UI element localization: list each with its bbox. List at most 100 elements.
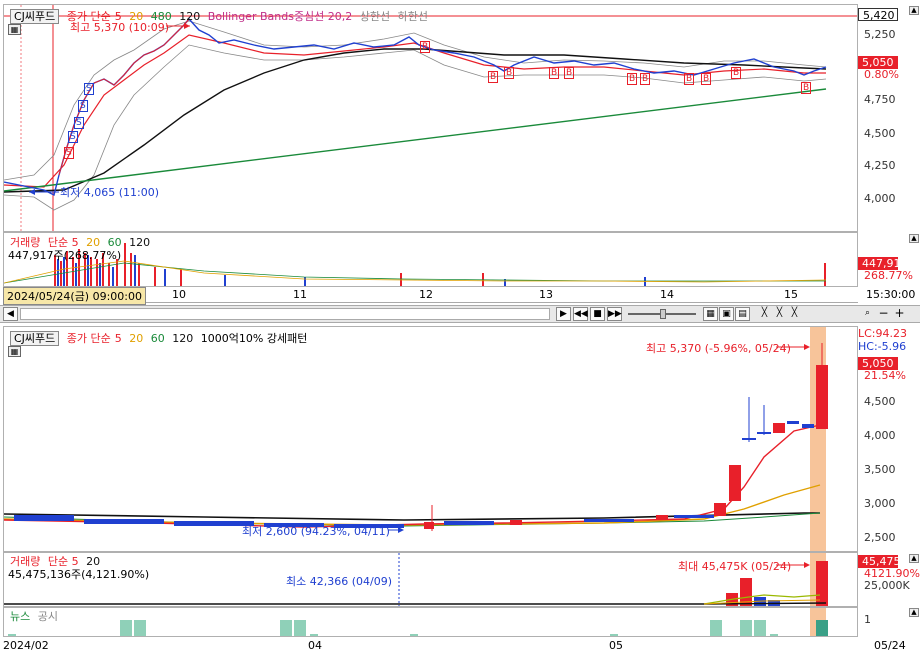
volume-pane-icon[interactable]: ▲ [909,554,919,563]
disclosure-label: 공시 [37,610,58,623]
price-tick: 4,250 [864,159,896,172]
x-label: 12 [419,288,433,301]
price-axis: 5,250 4,750 4,500 4,250 4,000 [860,4,920,232]
tool-icon[interactable]: ▣ [719,307,734,321]
buy-signal: B [731,67,742,79]
grid-icon[interactable]: ▦ [8,346,21,357]
search-icon[interactable]: ⌕ [860,307,875,321]
x-label: 04 [308,639,322,652]
scrollbar-track[interactable] [20,308,550,320]
current-pct: 0.80% [864,68,899,81]
volume-ma-value: 120 [129,236,151,249]
bb-label: Bollinger Bands중심선 20,2 [207,10,353,23]
buy-signal: B [549,67,560,79]
price-tick: 4,500 [864,395,896,408]
daily-price-axis: 4,500 4,000 3,500 3,000 2,500 [860,326,920,552]
bottom-legend: CJ씨푸드 종가 단순 5 20 60 120 1000억10% 강세패턴 [10,330,311,346]
pattern-label: 1000억10% 강세패턴 [200,332,308,345]
trend-tool-icon[interactable]: ╳ [772,307,787,321]
trend-tool-icon[interactable]: ╳ [757,307,772,321]
bb-upper-label: 상한선 [359,10,391,23]
ma20-line [4,34,826,188]
stock-name[interactable]: CJ씨푸드 [10,9,60,24]
buy-signal: B [801,82,812,94]
zoom-in-button[interactable]: + [892,307,907,321]
price-tick: 4,500 [864,127,896,140]
buy-signal: B [564,67,575,79]
x-label: 15 [784,288,798,301]
x-label: 10 [172,288,186,301]
volume-min-annotation: 최소 42,366 (04/09) [286,575,393,588]
price-tick: 4,000 [864,192,896,205]
volume-value: 447,917주(268.77%) [8,249,122,262]
forward-button[interactable]: ▶▶ [607,307,622,321]
play-button[interactable]: ▶ [556,307,571,321]
price-tick: 5,250 [864,28,896,41]
price-tick: 4,000 [864,429,896,442]
x-label: 14 [660,288,674,301]
sell-signal: S [64,147,74,159]
intraday-volume-chart[interactable]: 거래량 단순 5 20 60 120 447,917주(268.77%) [3,232,858,287]
daily-price-chart[interactable]: CJ씨푸드 종가 단순 5 20 60 120 1000억10% 강세패턴 ▦ 최… [3,326,858,552]
buy-signal: B [504,67,515,79]
news-svg [8,608,828,636]
zoom-slider-handle[interactable] [660,309,666,319]
x-label: 2024/02 [3,639,49,652]
chart-toolbar: ◀ ▶ ◀◀ ■ ▶▶ ▦ ▣ ▤ ╳ ╳ ╳ ⌕ − + [0,305,920,323]
price-tick: 3,000 [864,497,896,510]
price-high-tag: 5,420 [858,8,898,22]
ma-value: 5 [114,332,122,345]
pane-menu-icon[interactable]: ▲ [909,6,919,15]
stop-button[interactable]: ■ [590,307,605,321]
sell-signal: S [78,100,88,112]
volume-value: 45,475,136주(4,121.90%) [8,568,150,581]
x-label: 11 [293,288,307,301]
daily-volume-chart[interactable]: 거래량 단순 5 20 45,475,136주(4,121.90%) 최대 45… [3,552,858,607]
stock-name[interactable]: CJ씨푸드 [10,331,60,346]
daily-chart-pane: CJ씨푸드 종가 단순 5 20 60 120 1000억10% 강세패턴 ▦ 최… [0,325,920,654]
intraday-price-line [4,17,827,197]
rewind-button[interactable]: ◀◀ [573,307,588,321]
buy-signal: B [701,73,712,85]
buy-signal: B [420,41,431,53]
ma-value: 20 [129,332,144,345]
price-tick: 2,500 [864,531,896,544]
ma-label: 종가 단순 [66,332,111,345]
scroll-left-button[interactable]: ◀ [3,307,18,321]
buy-signal: B [684,73,695,85]
volume-pane-icon[interactable]: ▲ [909,234,919,243]
news-chart[interactable]: 뉴스 공시 [3,607,858,637]
x-label: 13 [539,288,553,301]
daily-price-svg [4,327,828,551]
price-chart[interactable]: S S S S S B B B B B B B B B B B CJ씨푸드 종가… [3,4,858,232]
tool-icon[interactable]: ▤ [735,307,750,321]
ma-value: 120 [172,332,194,345]
sell-signal: S [68,131,78,143]
x-axis: 2024/05/24(금) 09:00:00 10 11 12 13 14 15 [3,287,858,305]
high-annotation: 최고 5,370 (10:09) [70,21,170,34]
price-tick: 4,750 [864,93,896,106]
ma5-line [4,424,821,528]
daily-x-axis: 2024/02 04 05 [3,638,858,654]
tool-icon[interactable]: ▦ [703,307,718,321]
bb-lower-label: 하한선 [397,10,429,23]
low-annotation: 최저 4,065 (11:00) [60,186,160,199]
x-label: 05 [609,639,623,652]
date-box: 2024/05/24(금) 09:00:00 [3,287,147,305]
date-right: 05/24 [874,639,906,652]
zoom-out-button[interactable]: − [876,307,891,321]
buy-signal: B [627,73,638,85]
low-annotation: 최저 2,600 (94.23%, 04/11) [242,525,390,538]
news-legend: 뉴스 공시 [10,608,62,624]
ma-value: 120 [179,10,201,23]
news-pane-icon[interactable]: ▲ [909,608,919,617]
buy-signal: B [640,73,651,85]
grid-icon[interactable]: ▦ [8,24,21,35]
volume-pct: 268.77% [864,269,913,282]
sell-signal: S [74,117,84,129]
ma480-line [4,88,827,192]
news-tick: 1 [864,613,871,626]
trend-tool-icon[interactable]: ╳ [787,307,802,321]
ma-value: 60 [150,332,165,345]
volume-tick: 25,000K [864,579,910,592]
